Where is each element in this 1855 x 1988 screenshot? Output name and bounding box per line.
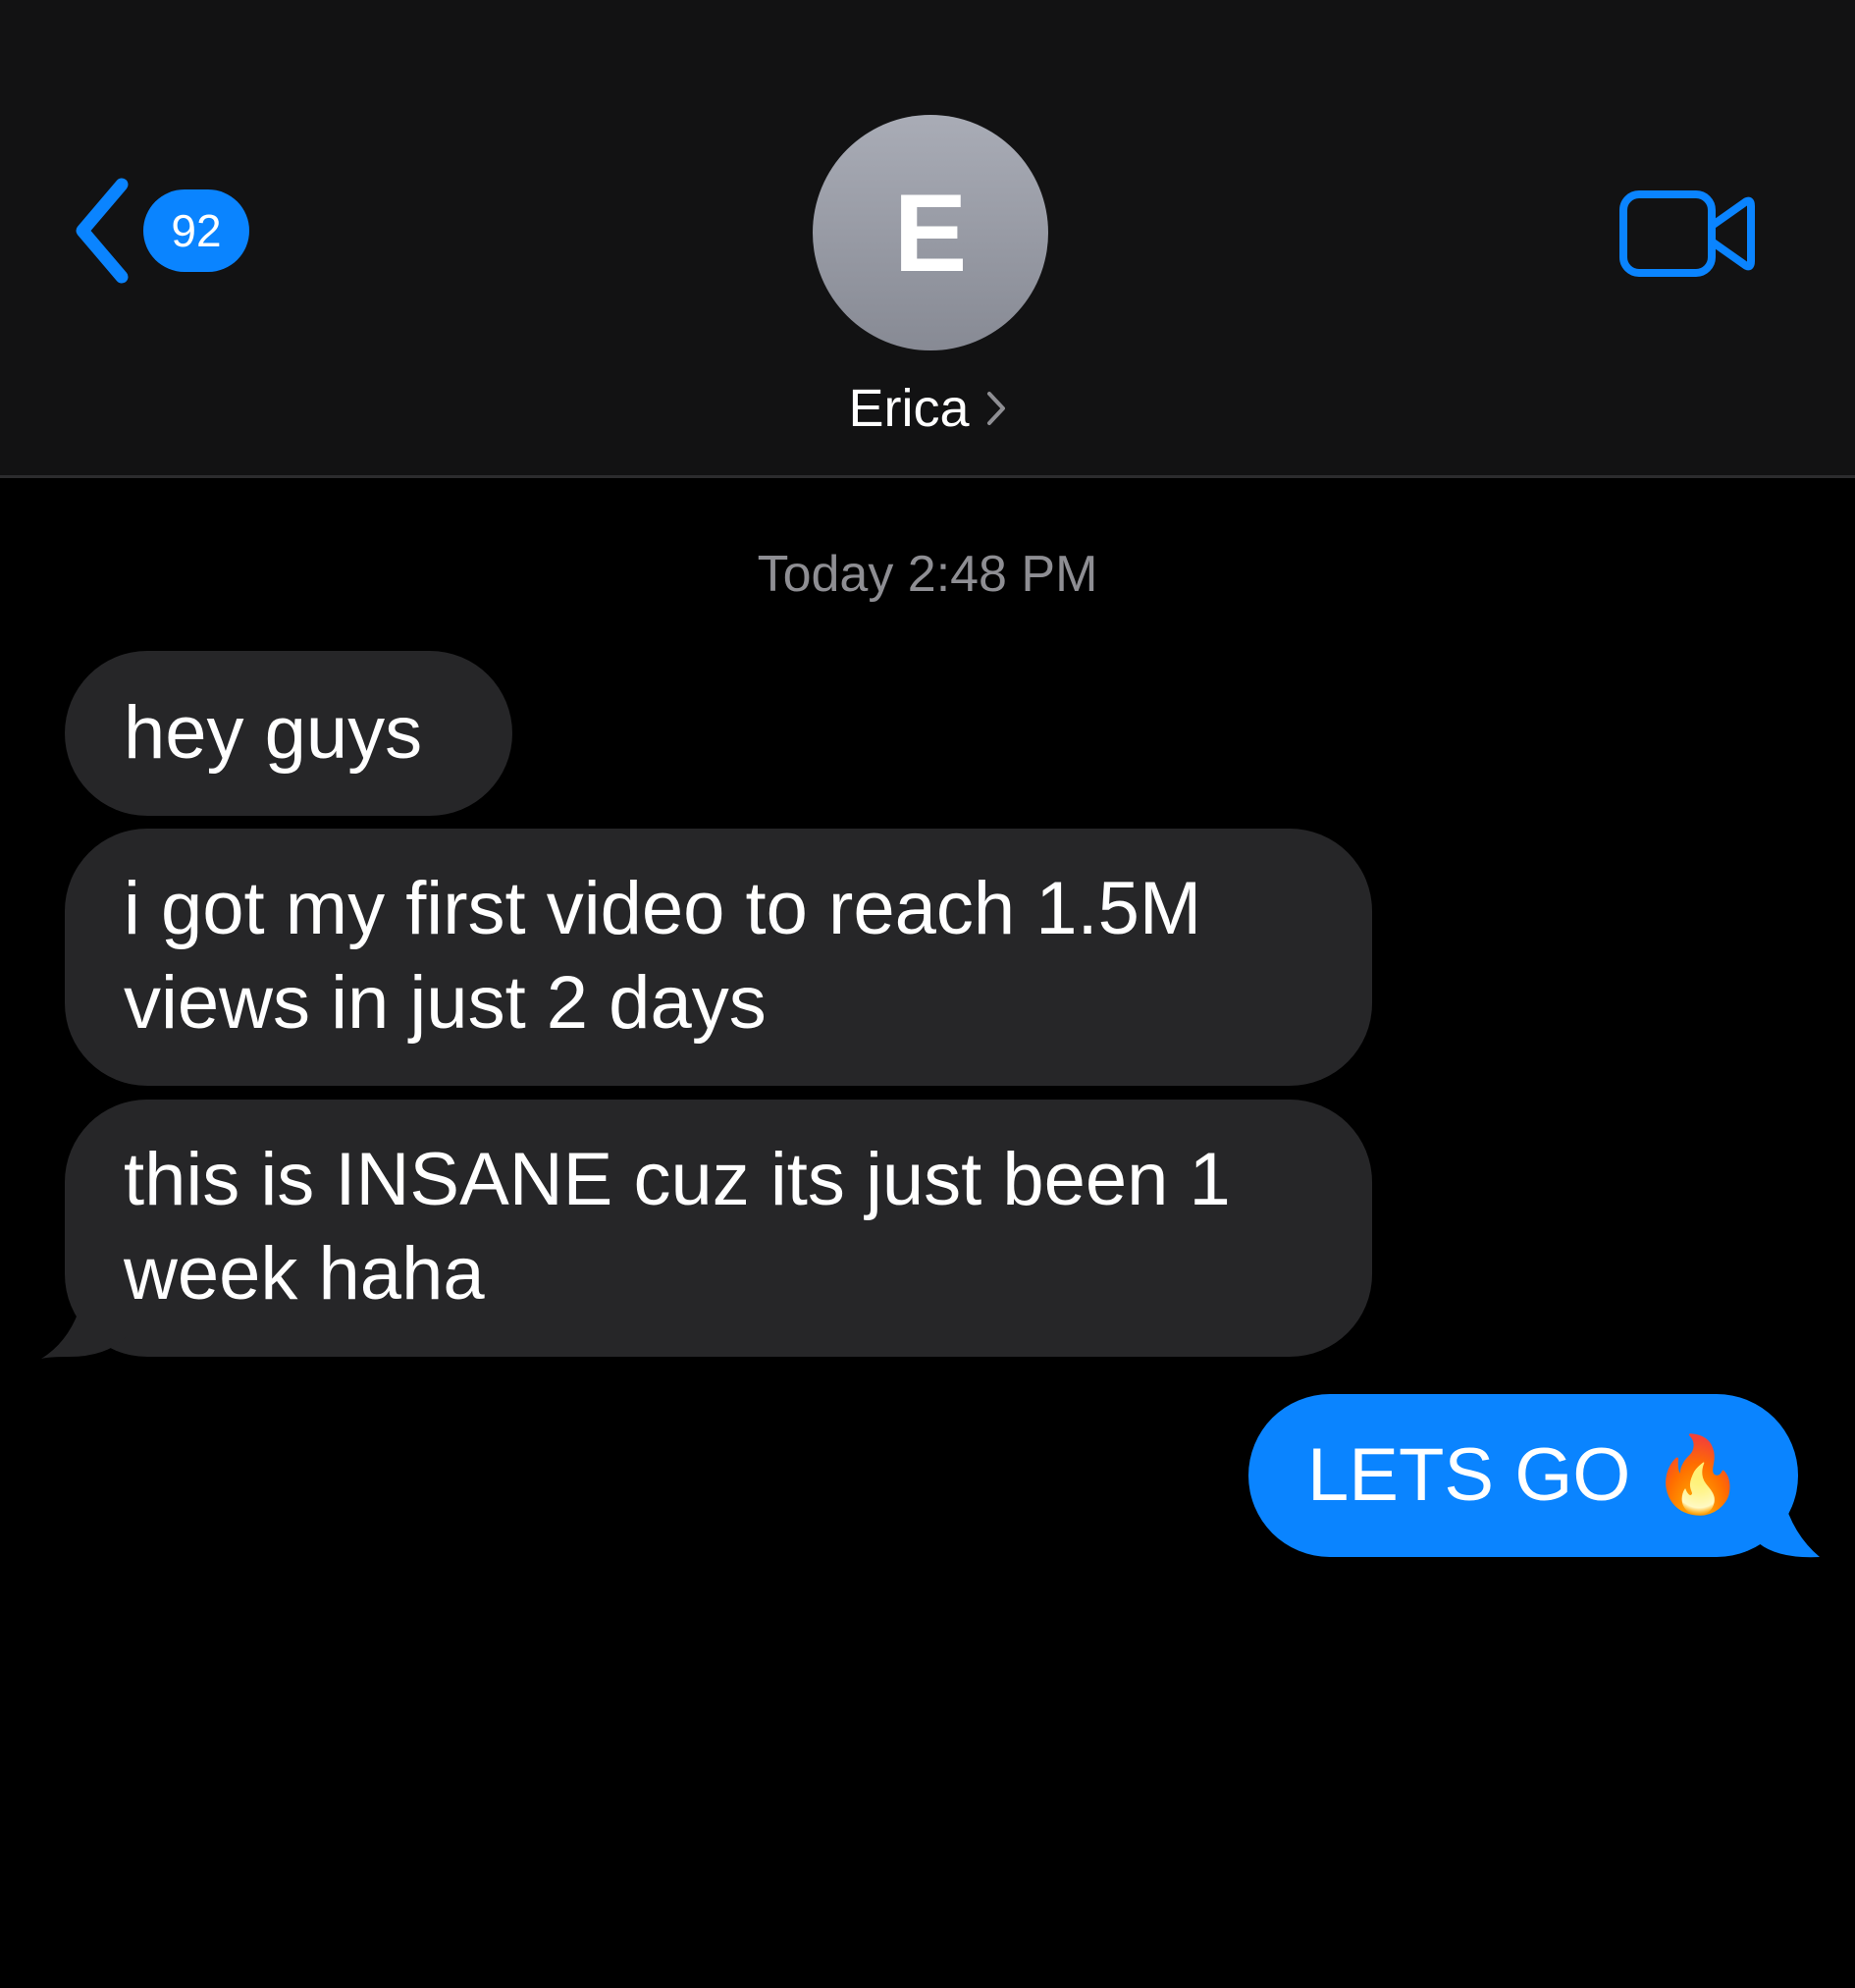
contact-avatar[interactable]: E xyxy=(813,115,1048,350)
incoming-message-bubble[interactable]: hey guys xyxy=(65,651,512,816)
incoming-message-bubble[interactable]: this is INSANE cuz its just been 1 week … xyxy=(65,1100,1372,1357)
contact-name-button[interactable]: Erica xyxy=(0,377,1855,440)
outgoing-bubble-tail xyxy=(1739,1467,1820,1558)
contact-name: Erica xyxy=(848,379,970,438)
incoming-bubble-tail xyxy=(41,1286,128,1359)
chevron-left-icon xyxy=(76,178,129,284)
back-button[interactable]: 92 xyxy=(73,177,249,285)
conversation-header: 92 E Erica xyxy=(0,0,1855,478)
outgoing-message-bubble[interactable]: LETS GO 🔥 xyxy=(1248,1394,1798,1557)
facetime-video-button[interactable] xyxy=(1619,188,1755,279)
chevron-right-icon xyxy=(986,392,1005,425)
video-camera-icon xyxy=(1619,190,1755,277)
unread-count-badge: 92 xyxy=(143,189,249,272)
message-timestamp: Today 2:48 PM xyxy=(757,546,1098,603)
messages-screen: 92 E Erica Today 2:48 PM hey guys i got … xyxy=(0,0,1855,1988)
incoming-message-bubble[interactable]: i got my first video to reach 1.5M views… xyxy=(65,829,1372,1086)
